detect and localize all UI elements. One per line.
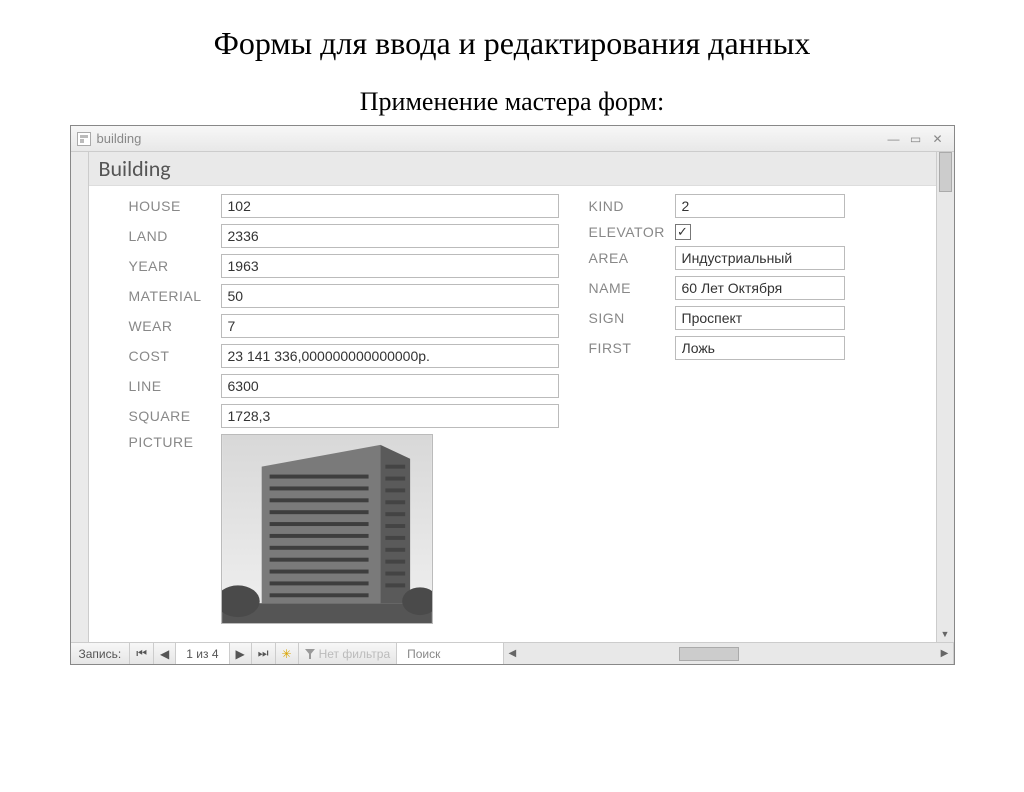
label-material: MATERIAL [129, 288, 221, 304]
hscroll-right-icon[interactable]: ▶ [937, 648, 953, 659]
input-name[interactable] [675, 276, 845, 300]
label-house: HOUSE [129, 198, 221, 214]
hscroll-left-icon[interactable]: ◀ [504, 648, 520, 659]
close-icon[interactable]: ✕ [928, 131, 948, 147]
input-sign[interactable] [675, 306, 845, 330]
window-frame: building — ▭ ✕ Building HOUSE LAND [70, 125, 955, 665]
window-title: building [97, 131, 142, 146]
form-body: Building HOUSE LAND YEAR [89, 152, 936, 642]
label-cost: COST [129, 348, 221, 364]
input-square[interactable] [221, 404, 559, 428]
maximize-icon[interactable]: ▭ [906, 131, 926, 147]
input-house[interactable] [221, 194, 559, 218]
nav-first-button[interactable]: ⏮ [130, 643, 154, 664]
input-wear[interactable] [221, 314, 559, 338]
building-image [222, 435, 432, 623]
label-year: YEAR [129, 258, 221, 274]
nav-last-button[interactable]: ⏭ [252, 643, 276, 664]
label-picture: PICTURE [129, 434, 221, 450]
input-year[interactable] [221, 254, 559, 278]
right-column: KIND ELEVATOR ✓ AREA NAME [589, 194, 845, 624]
label-first: FIRST [589, 340, 675, 356]
form-header: Building [89, 152, 936, 186]
titlebar: building — ▭ ✕ [71, 126, 954, 152]
input-land[interactable] [221, 224, 559, 248]
input-kind[interactable] [675, 194, 845, 218]
label-line: LINE [129, 378, 221, 394]
nav-filter-text: Нет фильтра [319, 647, 391, 661]
nav-new-button[interactable]: ✳ [276, 643, 299, 664]
record-selector-bar[interactable] [71, 152, 89, 642]
nav-prev-button[interactable]: ◀ [154, 643, 176, 664]
funnel-icon [305, 649, 315, 659]
vscroll-thumb[interactable] [939, 152, 952, 192]
label-elevator: ELEVATOR [589, 224, 675, 240]
input-line[interactable] [221, 374, 559, 398]
input-area[interactable] [675, 246, 845, 270]
nav-search-input[interactable] [444, 643, 504, 664]
minimize-icon[interactable]: — [884, 131, 904, 147]
picture-field[interactable] [221, 434, 433, 624]
scroll-down-icon[interactable]: ▼ [937, 626, 954, 642]
left-column: HOUSE LAND YEAR MATERIAL [129, 194, 559, 624]
nav-record-label: Запись: [71, 643, 131, 664]
hscroll-thumb[interactable] [679, 647, 739, 661]
input-material[interactable] [221, 284, 559, 308]
label-area: AREA [589, 250, 675, 266]
nav-next-button[interactable]: ▶ [230, 643, 252, 664]
label-sign: SIGN [589, 310, 675, 326]
page-subtitle: Применение мастера форм: [0, 87, 1024, 117]
vertical-scrollbar[interactable]: ▲ ▼ [936, 152, 954, 642]
input-first[interactable] [675, 336, 845, 360]
checkbox-elevator[interactable]: ✓ [675, 224, 691, 240]
input-cost[interactable] [221, 344, 559, 368]
label-name: NAME [589, 280, 675, 296]
label-land: LAND [129, 228, 221, 244]
nav-search-label: Поиск [397, 643, 444, 664]
label-square: SQUARE [129, 408, 221, 424]
form-icon [77, 132, 91, 146]
label-wear: WEAR [129, 318, 221, 334]
nav-record-counter[interactable]: 1 из 4 [176, 643, 229, 664]
record-navigator: Запись: ⏮ ◀ 1 из 4 ▶ ⏭ ✳ Нет фильтра Пои… [71, 642, 954, 664]
label-kind: KIND [589, 198, 675, 214]
page-title: Формы для ввода и редактирования данных [0, 25, 1024, 62]
horizontal-scrollbar[interactable]: ◀ ▶ [504, 643, 953, 664]
nav-filter-indicator[interactable]: Нет фильтра [299, 643, 398, 664]
